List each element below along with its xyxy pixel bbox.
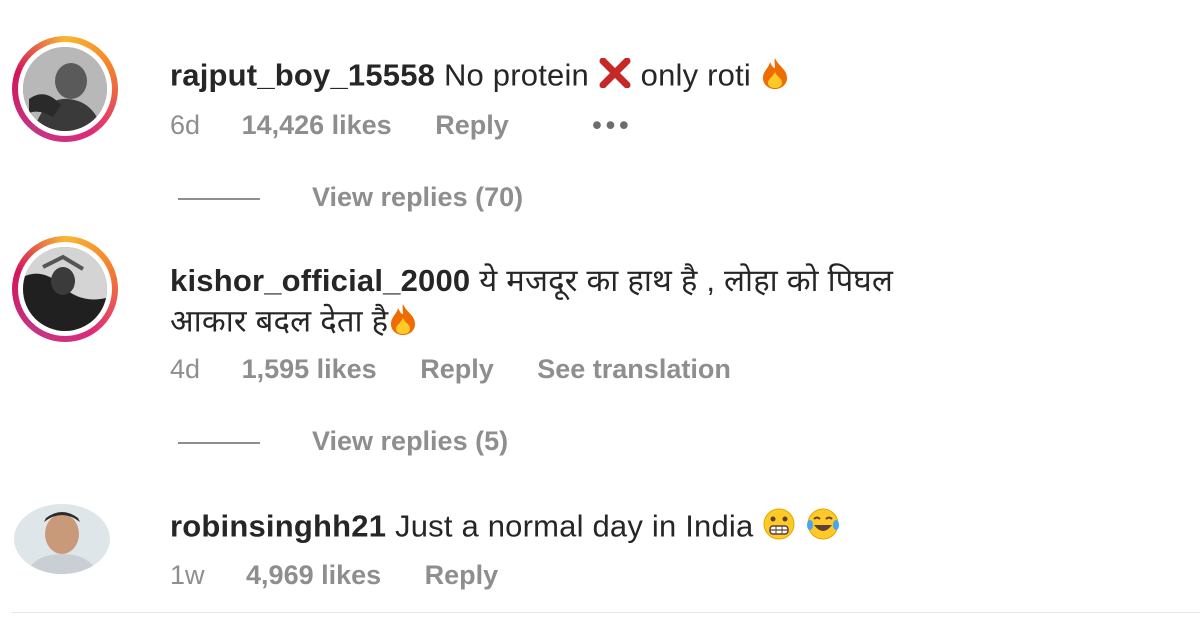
comment-text: only roti (640, 57, 751, 93)
likes-count[interactable]: 14,426 likes (242, 110, 392, 140)
likes-count[interactable]: 1,595 likes (242, 354, 377, 384)
reply-button[interactable]: Reply (425, 560, 499, 590)
more-options-icon[interactable]: ••• (592, 110, 632, 140)
cross-mark-icon (598, 57, 632, 97)
username-link[interactable]: rajput_boy_15558 (170, 58, 435, 93)
comment-meta: 1w 4,969 likes Reply (170, 560, 534, 591)
avatar (23, 47, 107, 131)
comment-text: No protein (443, 57, 589, 93)
username-link[interactable]: kishor_official_2000 (170, 263, 470, 298)
timestamp: 6d (170, 110, 201, 140)
see-translation-link[interactable]: See translation (537, 354, 731, 384)
tears-of-joy-icon (805, 507, 841, 550)
comment-meta: 6d 14,426 likes Reply ••• (170, 110, 669, 141)
avatar-story-ring[interactable] (12, 236, 118, 342)
avatar[interactable] (14, 504, 110, 574)
comment-line: kishor_official_2000 ये मजदूर का हाथ है … (170, 262, 893, 300)
replies-divider-line (178, 197, 260, 200)
timestamp: 4d (170, 354, 201, 384)
fire-icon (388, 302, 418, 345)
avatar-story-ring[interactable] (12, 36, 118, 142)
comment-text-continued: आकार बदल देता है (170, 303, 389, 339)
view-replies-label: View replies (70) (312, 182, 524, 212)
section-divider (12, 612, 1200, 613)
comment-text: ये मजदूर का हाथ है , लोहा को पिघल (479, 263, 894, 298)
username-link[interactable]: robinsinghh21 (170, 509, 386, 544)
comment-meta: 4d 1,595 likes Reply See translation (170, 354, 767, 385)
view-replies-label: View replies (5) (312, 426, 509, 456)
comment-line: robinsinghh21 Just a normal day in India (170, 507, 841, 550)
comment-line-2: आकार बदल देता है (170, 302, 418, 345)
reply-button[interactable]: Reply (435, 110, 509, 140)
view-replies-button[interactable]: View replies (5) (178, 426, 508, 457)
avatar (23, 247, 107, 331)
comment-line: rajput_boy_15558 No protein only roti (170, 56, 790, 99)
reply-button[interactable]: Reply (420, 354, 494, 384)
timestamp: 1w (170, 560, 205, 590)
comment-text: Just a normal day in India (395, 508, 754, 544)
replies-divider-line (178, 441, 260, 444)
grimacing-face-icon (762, 507, 796, 550)
likes-count[interactable]: 4,969 likes (246, 560, 381, 590)
fire-icon (760, 56, 790, 99)
view-replies-button[interactable]: View replies (70) (178, 182, 523, 213)
